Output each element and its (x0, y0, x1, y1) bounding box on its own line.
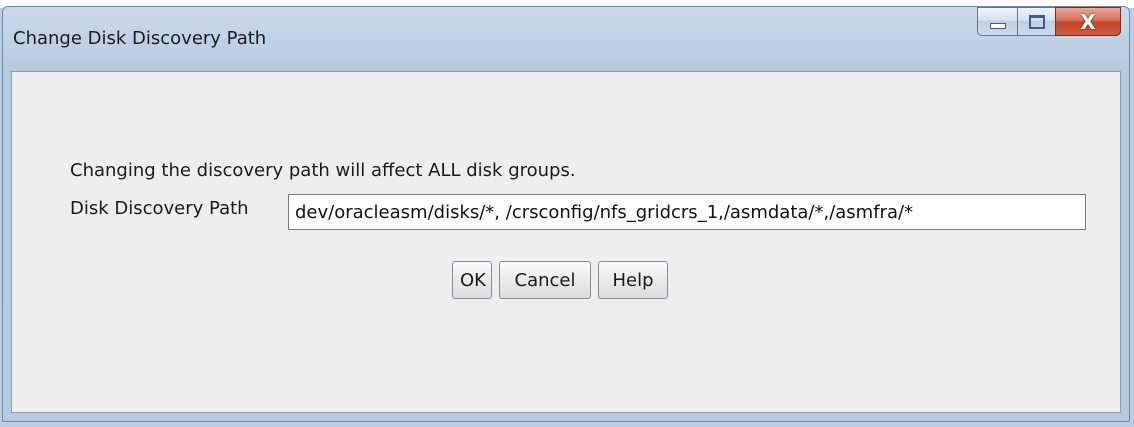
dialog-window: Change Disk Discovery Path X Changing th… (2, 6, 1130, 422)
close-icon: X (1080, 9, 1096, 34)
ok-button[interactable]: OK (452, 261, 492, 299)
help-button[interactable]: Help (598, 261, 668, 299)
disk-discovery-path-input[interactable] (288, 194, 1086, 230)
dialog-body: Changing the discovery path will affect … (11, 71, 1121, 413)
window-title: Change Disk Discovery Path (13, 28, 267, 49)
button-row: OK Cancel Help (452, 261, 668, 299)
title-bar[interactable]: Change Disk Discovery Path X (3, 7, 1129, 71)
cancel-button[interactable]: Cancel (499, 261, 591, 299)
close-button[interactable]: X (1055, 7, 1121, 36)
warning-message: Changing the discovery path will affect … (70, 160, 576, 181)
window-controls: X (977, 7, 1121, 36)
maximize-button[interactable] (1017, 7, 1055, 36)
maximize-icon (1028, 14, 1045, 29)
minimize-icon (989, 22, 1006, 29)
disk-discovery-path-label: Disk Discovery Path (70, 198, 249, 219)
minimize-button[interactable] (977, 7, 1017, 36)
